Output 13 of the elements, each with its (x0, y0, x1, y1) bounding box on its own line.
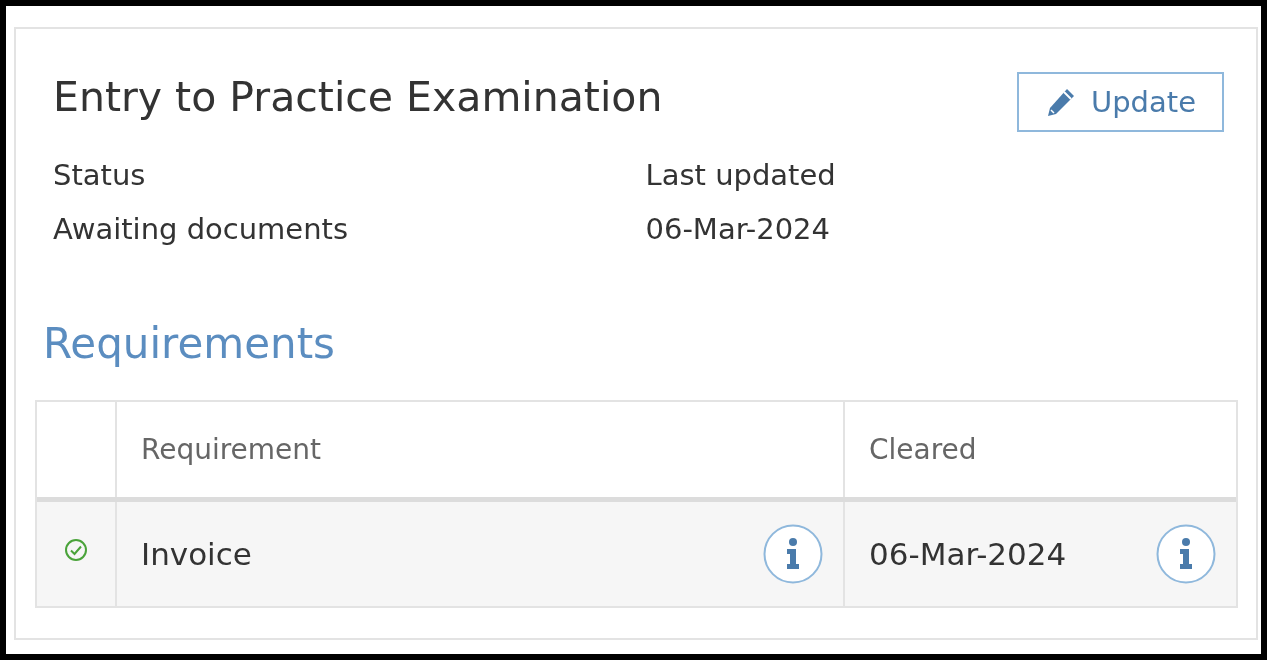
info-icon[interactable] (763, 524, 823, 584)
column-header: Cleared (868, 432, 978, 468)
page-title: Entry to Practice Examination (53, 72, 663, 123)
info-icon[interactable] (1156, 524, 1216, 584)
field-label: Status (53, 157, 147, 194)
column-header: Requirement (117, 402, 845, 497)
section-heading: Requirements (42, 318, 336, 370)
update-button[interactable]: Update (1016, 72, 1224, 132)
field-value: Awaiting documents (53, 211, 350, 248)
table-cell: Invoice (141, 536, 252, 572)
field-value: 06-Mar-2024 (645, 211, 831, 248)
table-cell: 06-Mar-2024 (869, 536, 1067, 572)
field-label: Last updated (645, 157, 837, 194)
